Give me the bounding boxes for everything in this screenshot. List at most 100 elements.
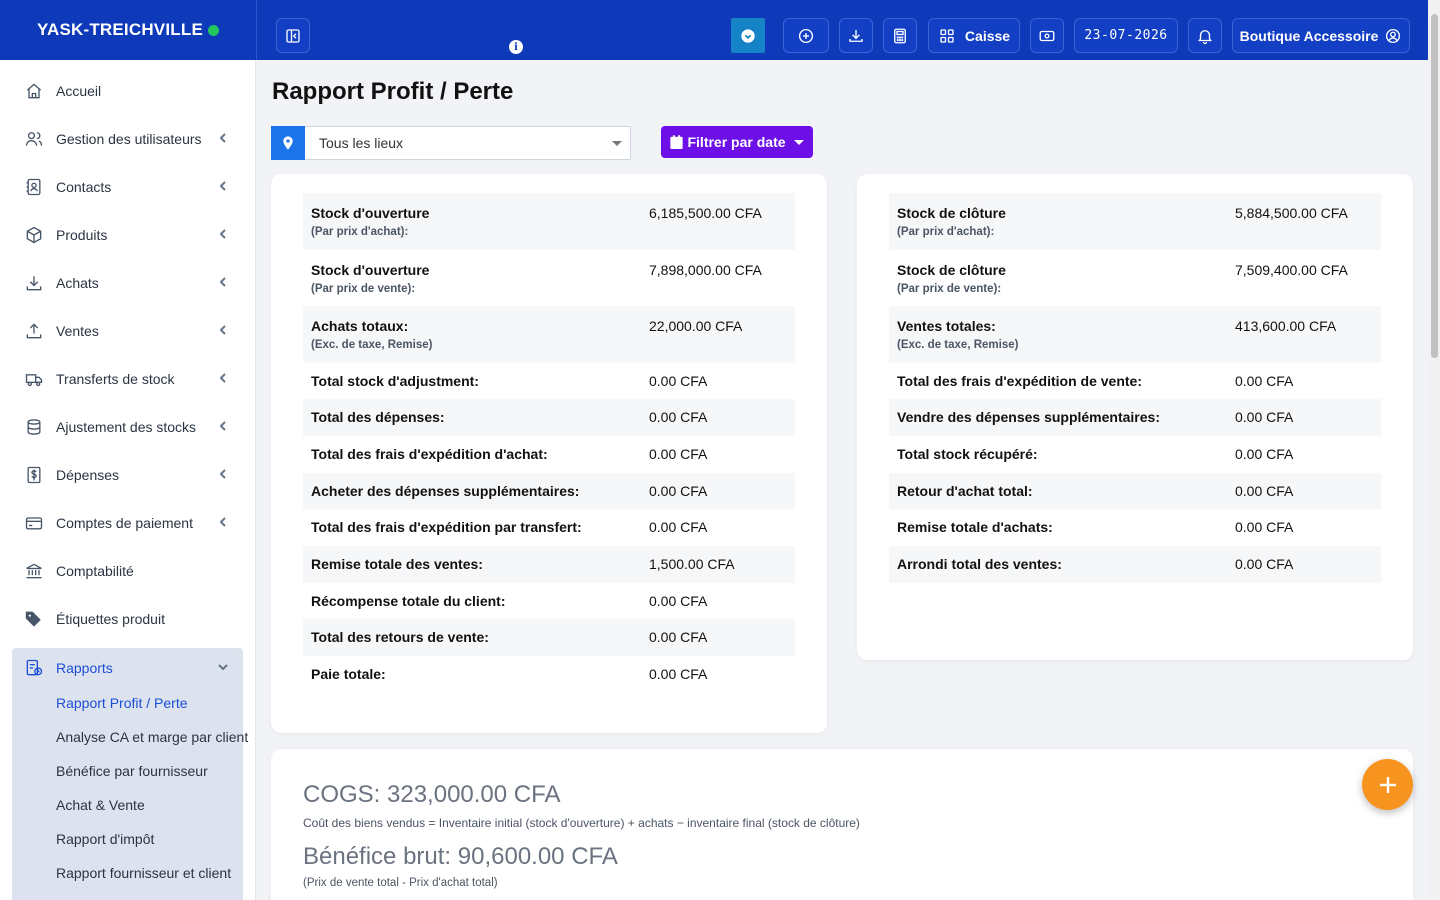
- chevron-left-icon: [219, 277, 226, 287]
- sidebar-subitem-achat-vente[interactable]: Achat & Vente: [56, 797, 145, 813]
- sidebar-subitem-profit-perte[interactable]: Rapport Profit / Perte: [56, 695, 188, 711]
- sidebar-item-comptabilite[interactable]: Comptabilité: [12, 551, 243, 591]
- sidebar-item-comptes-paiement[interactable]: Comptes de paiement: [12, 503, 243, 543]
- cogs-description: Coût des biens vendus = Inventaire initi…: [303, 816, 860, 830]
- summary-label: Remise totale des ventes:: [303, 556, 649, 583]
- cash-register-button[interactable]: Caisse: [928, 18, 1020, 53]
- notifications-button[interactable]: [1188, 18, 1222, 53]
- summary-value: 0.00 CFA: [1235, 555, 1294, 572]
- date-display[interactable]: 23-07-2026: [1074, 18, 1178, 53]
- summary-value: 0.00 CFA: [649, 409, 708, 426]
- home-icon: [26, 83, 42, 99]
- summary-label: Vendre des dépenses supplémentaires:: [889, 409, 1235, 436]
- sidebar-subitem-benefice-fournisseur[interactable]: Bénéfice par fournisseur: [56, 763, 208, 779]
- summary-value: 413,600.00 CFA: [1235, 318, 1337, 334]
- sidebar-item-contacts[interactable]: Contacts: [12, 167, 243, 207]
- summary-row: Total des retours de vente: 0.00 CFA: [303, 619, 795, 656]
- summary-row: Stock de clôture (Par prix de vente): 7,50…: [889, 250, 1381, 307]
- scrollbar-thumb[interactable]: [1431, 14, 1438, 358]
- chevron-left-icon: [219, 373, 226, 383]
- sidebar-item-label: Achats: [56, 275, 99, 291]
- sidebar-subitem-fournisseur-client[interactable]: Rapport fournisseur et client: [56, 865, 231, 881]
- sidebar-item-achats[interactable]: Achats: [12, 263, 243, 303]
- sidebar-item-gestion-utilisateurs[interactable]: Gestion des utilisateurs: [12, 119, 243, 159]
- summary-row: Récompense totale du client: 0.00 CFA: [303, 583, 795, 620]
- summary-value: 7,509,400.00 CFA: [1235, 261, 1348, 278]
- summary-label: Arrondi total des ventes:: [889, 556, 1235, 583]
- sidebar-item-label: Ajustement des stocks: [56, 419, 197, 435]
- cash-drawer-button[interactable]: [1030, 18, 1064, 53]
- location-select-value: Tous les lieux: [319, 135, 404, 151]
- sidebar-item-produits[interactable]: Produits: [12, 215, 243, 255]
- truck-icon: [25, 374, 43, 387]
- toggle-sidebar-button[interactable]: [276, 18, 310, 53]
- summary-label: Retour d'achat total:: [889, 483, 1235, 510]
- summary-row: Total stock récupéré: 0.00 CFA: [889, 436, 1381, 473]
- chevron-down-icon: [218, 664, 228, 671]
- summary-label: Paie totale:: [303, 666, 649, 693]
- summary-label-text: Total des retours de vente:: [311, 629, 489, 646]
- download-circle-icon: [741, 28, 755, 43]
- sidebar: Accueil Gestion des utilisateurs Contact…: [0, 60, 256, 900]
- sidebar-item-label: Contacts: [56, 179, 112, 195]
- sidebar-item-rapports[interactable]: Rapports: [12, 648, 243, 688]
- sidebar-item-etiquettes-produit[interactable]: Étiquettes produit: [12, 599, 243, 639]
- summary-value: 0.00 CFA: [649, 666, 708, 682]
- sidebar-item-ventes[interactable]: Ventes: [12, 311, 243, 351]
- summary-label: Récompense totale du client:: [303, 593, 649, 620]
- info-icon[interactable]: i: [509, 40, 523, 54]
- address-book-icon: [26, 178, 41, 196]
- summary-value: 6,185,500.00 CFA: [649, 205, 762, 221]
- sidebar-subitem-rapport-impot[interactable]: Rapport d'impôt: [56, 831, 154, 847]
- summary-value: 0.00 CFA: [649, 372, 708, 389]
- plus-circle-icon: [798, 28, 814, 43]
- sidebar-subitem-analyse-ca[interactable]: Analyse CA et marge par client: [56, 729, 248, 745]
- sidebar-item-transferts-stock[interactable]: Transferts de stock: [12, 359, 243, 399]
- summary-label-text: Stock d'ouverture: [311, 205, 430, 221]
- location-select[interactable]: Tous les lieux: [271, 125, 631, 160]
- summary-value: 22,000.00 CFA: [649, 318, 743, 334]
- sidebar-item-ajustement-stocks[interactable]: Ajustement des stocks: [12, 407, 243, 447]
- right-summary-table: Stock de clôture (Par prix d'achat): 5,884…: [889, 193, 1381, 583]
- sidebar-item-label: Comptes de paiement: [56, 515, 193, 531]
- upload-icon: [26, 323, 42, 339]
- left-summary-card: Stock d'ouverture (Par prix d'achat): 6,18…: [271, 174, 827, 733]
- sidebar-item-depenses[interactable]: Dépenses: [12, 455, 243, 495]
- sidebar-toggle-icon: [286, 28, 300, 43]
- summary-label-text: Total des frais d'expédition par transfe…: [311, 519, 582, 536]
- user-menu-button[interactable]: Boutique Accessoire: [1232, 18, 1410, 53]
- summary-label: Stock d'ouverture (Par prix de vente):: [303, 262, 649, 307]
- tags-icon: [25, 611, 41, 627]
- download-button[interactable]: [839, 18, 873, 53]
- report-icon: [26, 659, 43, 676]
- summary-value: 0.00 CFA: [1235, 372, 1294, 389]
- sidebar-group-rapports: Rapports Rapport Profit / Perte Analyse …: [12, 648, 248, 900]
- sidebar-item-label: Comptabilité: [56, 563, 134, 579]
- calculator-button[interactable]: [883, 18, 917, 53]
- summary-value: 0.00 CFA: [649, 592, 708, 609]
- sidebar-item-accueil[interactable]: Accueil: [12, 71, 243, 111]
- add-button[interactable]: [783, 18, 829, 53]
- floating-add-button[interactable]: [1362, 759, 1413, 810]
- brand-header[interactable]: YASK-TREICHVILLE: [0, 0, 256, 60]
- bell-icon: [1198, 29, 1212, 44]
- download-app-button[interactable]: [731, 18, 765, 53]
- bank-icon: [26, 563, 42, 579]
- sidebar-item-label: Gestion des utilisateurs: [56, 131, 202, 147]
- summary-label-text: Total des frais d'expédition d'achat:: [311, 445, 548, 462]
- summary-row: Total des frais d'expédition d'achat: 0.0…: [303, 436, 795, 473]
- summary-row: Arrondi total des ventes: 0.00 CFA: [889, 545, 1381, 583]
- box-icon: [26, 226, 42, 244]
- filter-by-date-button[interactable]: Filtrer par date: [661, 126, 813, 158]
- summary-label-text: Total stock d'adjustment:: [311, 372, 479, 389]
- calculator-icon: [894, 28, 906, 43]
- user-circle-icon: [1386, 28, 1401, 43]
- money-icon: [1039, 30, 1055, 41]
- page-scrollbar[interactable]: [1428, 0, 1440, 900]
- caret-down-icon: [612, 140, 622, 146]
- chevron-left-icon: [219, 517, 226, 527]
- online-status-dot: [207, 24, 219, 36]
- calendar-icon: [670, 135, 684, 149]
- summary-row: Vendre des dépenses supplémentaires: 0.00…: [889, 399, 1381, 436]
- summary-label-subtext: (Par prix d'achat):: [311, 226, 409, 238]
